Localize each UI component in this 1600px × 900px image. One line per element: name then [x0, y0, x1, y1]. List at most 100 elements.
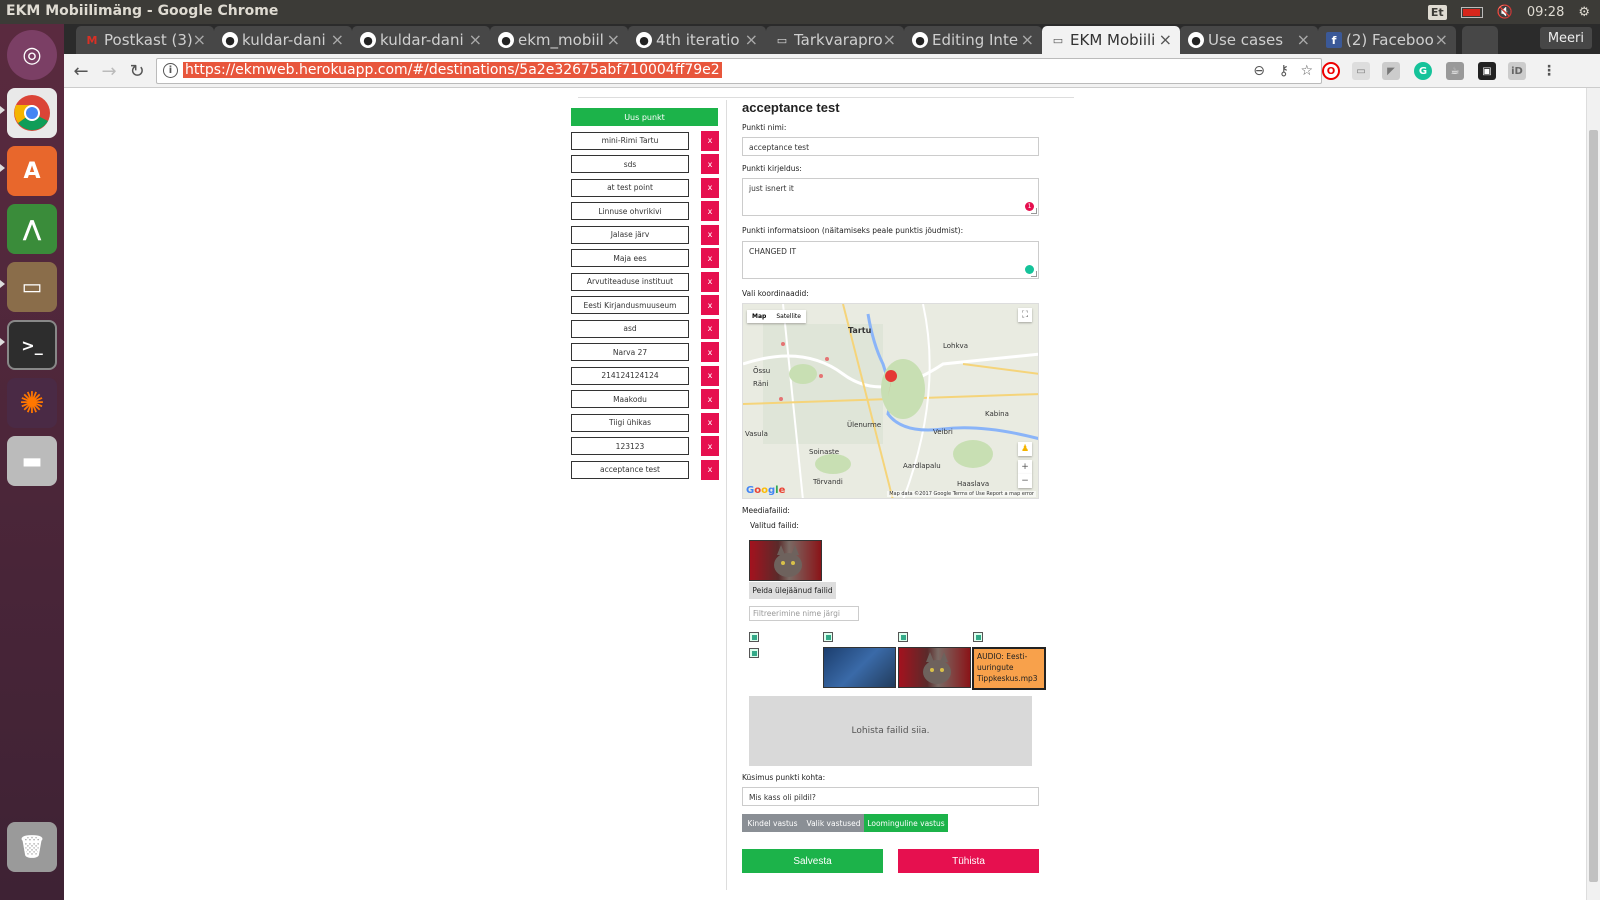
close-icon[interactable]: × [1159, 30, 1172, 49]
keyboard-layout-indicator[interactable]: Et [1427, 4, 1447, 20]
destination-name-button[interactable]: acceptance test [571, 460, 689, 479]
delete-destination-button[interactable]: x [701, 295, 719, 315]
filter-input[interactable]: Filtreerimine nime järgi [749, 606, 859, 621]
destination-name-button[interactable]: 123123 [571, 437, 689, 455]
browser-tab[interactable]: ● ekm_mobiil × [490, 26, 628, 54]
close-icon[interactable]: × [331, 30, 344, 49]
close-icon[interactable]: × [745, 30, 758, 49]
map-type-satellite[interactable]: Satellite [771, 310, 806, 323]
delete-destination-button[interactable]: x [701, 318, 719, 339]
delete-destination-button[interactable]: x [701, 154, 719, 174]
bookmark-star-icon[interactable]: ☆ [1300, 63, 1313, 79]
video-extension-icon[interactable]: ◤ [1382, 62, 1400, 80]
trash-icon[interactable]: 🗑 [7, 822, 57, 872]
fullscreen-icon[interactable]: ⛶ [1018, 308, 1032, 322]
browser-tab[interactable]: M Postkast (3) × [76, 26, 214, 54]
android-studio-icon[interactable]: ⋀ [7, 204, 57, 254]
grammarly-icon[interactable]: G [1414, 62, 1432, 80]
id-extension-icon[interactable]: iD [1508, 62, 1526, 80]
close-icon[interactable]: × [469, 30, 482, 49]
delete-destination-button[interactable]: x [701, 177, 719, 198]
coordinate-map[interactable]: Map Satellite ⛶ ♟ + − Tartu Lohkva Õssu … [742, 303, 1039, 499]
url-text[interactable]: https://ekmweb.herokuapp.com/#/destinati… [183, 62, 722, 78]
delete-destination-button[interactable]: x [701, 412, 719, 433]
browser-tab[interactable]: ● kuldar-dani × [352, 26, 490, 54]
answer-type-fixed[interactable]: Kindel vastus [742, 814, 803, 832]
cancel-button[interactable]: Tühista [898, 849, 1039, 873]
media-image-thumbnail[interactable] [898, 647, 971, 688]
settings-gear-icon[interactable]: ⚙ [1578, 5, 1590, 20]
destination-name-button[interactable]: Jalase järv [571, 225, 689, 244]
destination-name-button[interactable]: at test point [571, 178, 689, 197]
destination-name-button[interactable]: Tiigi ühikas [571, 413, 689, 432]
reload-icon[interactable]: ↻ [126, 60, 148, 82]
atom-editor-icon[interactable]: ✺ [7, 378, 57, 428]
key-icon[interactable]: ⚷ [1279, 63, 1289, 79]
delete-destination-button[interactable]: x [701, 365, 719, 386]
close-icon[interactable]: × [1021, 30, 1034, 49]
destination-name-button[interactable]: asd [571, 319, 689, 338]
selected-image-thumbnail[interactable] [749, 540, 822, 581]
destination-name-button[interactable]: mini-Rimi Tartu [571, 131, 689, 150]
zoom-icon[interactable]: ⊖ [1253, 63, 1265, 79]
broken-image-icon[interactable] [749, 648, 759, 658]
ubuntu-dash-icon[interactable]: ◎ [7, 30, 57, 80]
broken-image-icon[interactable] [749, 632, 759, 642]
browser-tab[interactable]: ● 4th iteratio × [628, 26, 766, 54]
volume-muted-icon[interactable]: 🔇 [1497, 5, 1513, 20]
back-arrow-icon[interactable]: ← [70, 60, 92, 82]
save-button[interactable]: Salvesta [742, 849, 883, 873]
new-point-button[interactable]: Uus punkt [571, 108, 718, 126]
battery-icon[interactable] [1460, 6, 1483, 18]
chrome-icon[interactable] [7, 88, 57, 138]
media-image-thumbnail[interactable] [823, 647, 896, 688]
close-icon[interactable]: × [607, 30, 620, 49]
destination-name-button[interactable]: Maja ees [571, 249, 689, 267]
clock[interactable]: 09:28 [1527, 5, 1564, 20]
audio-file-tile[interactable]: AUDIO: Eesti-uuringute Tippkeskus.mp3 [972, 647, 1046, 690]
disk-drive-icon[interactable]: ▬ [7, 436, 57, 486]
close-icon[interactable]: × [1435, 30, 1448, 49]
file-drop-zone[interactable]: Lohista failid siia. [749, 696, 1032, 766]
close-icon[interactable]: × [883, 30, 896, 49]
browser-tab[interactable]: f (2) Faceboo × [1318, 26, 1456, 54]
browser-tab[interactable]: ● kuldar-dani × [214, 26, 352, 54]
opera-extension-icon[interactable]: O [1322, 62, 1340, 80]
delete-destination-button[interactable]: x [701, 224, 719, 245]
destination-name-button[interactable]: Narva 27 [571, 343, 689, 361]
address-bar[interactable]: i https://ekmweb.herokuapp.com/#/destina… [156, 58, 1322, 84]
info-icon[interactable]: i [163, 63, 178, 78]
broken-image-icon[interactable] [898, 632, 908, 642]
pegman-icon[interactable]: ♟ [1018, 442, 1032, 456]
tab-extension-icon[interactable]: ▣ [1478, 62, 1496, 80]
delete-destination-button[interactable]: x [701, 248, 719, 268]
answer-type-creative[interactable]: Loominguline vastus [864, 814, 948, 832]
browser-tab[interactable]: ● Use cases × [1180, 26, 1318, 54]
broken-image-icon[interactable] [973, 632, 983, 642]
browser-tab-active[interactable]: ▭ EKM Mobiili × [1042, 26, 1180, 54]
description-textarea[interactable]: just isnert it 1 [742, 178, 1039, 216]
document-extension-icon[interactable]: ▭ [1352, 62, 1370, 80]
name-input[interactable]: acceptance test [742, 137, 1039, 156]
info-textarea[interactable]: CHANGED IT [742, 241, 1039, 279]
idle-extension-icon[interactable]: ☕ [1446, 62, 1464, 80]
page-scrollbar[interactable] [1586, 88, 1600, 900]
delete-destination-button[interactable]: x [701, 342, 719, 362]
broken-image-icon[interactable] [823, 632, 833, 642]
delete-destination-button[interactable]: x [701, 459, 719, 480]
question-input[interactable]: Mis kass oli pildil? [742, 787, 1039, 806]
scrollbar-thumb[interactable] [1589, 130, 1598, 882]
delete-destination-button[interactable]: x [701, 436, 719, 456]
zoom-out-icon[interactable]: − [1018, 474, 1032, 488]
resize-handle[interactable] [1031, 208, 1037, 214]
close-icon[interactable]: × [193, 30, 206, 49]
map-attribution[interactable]: Map data ©2017 Google Terms of Use Repor… [887, 491, 1036, 497]
close-icon[interactable]: × [1297, 30, 1310, 49]
delete-destination-button[interactable]: x [701, 130, 719, 151]
destination-name-button[interactable]: Linnuse ohvrikivi [571, 202, 689, 220]
terminal-icon[interactable]: >_ [7, 320, 57, 370]
menu-kebab-icon[interactable]: ⋮ [1540, 62, 1558, 80]
hide-remaining-files-button[interactable]: Peida ülejäänud failid [749, 582, 836, 599]
destination-name-button[interactable]: sds [571, 155, 689, 173]
resize-handle[interactable] [1031, 271, 1037, 277]
